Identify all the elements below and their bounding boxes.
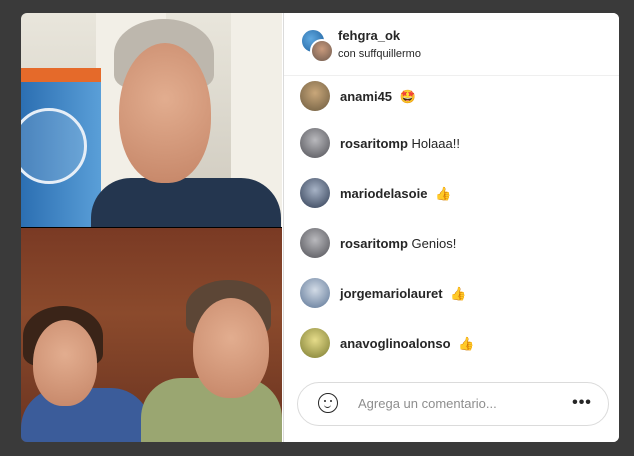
live-video-pane[interactable] [21, 13, 282, 442]
commenter-username[interactable]: jorgemariolauret [340, 286, 443, 301]
backdrop-banner [21, 68, 101, 227]
emoji-picker-icon[interactable] [318, 393, 338, 413]
commenter-avatar[interactable] [300, 328, 330, 358]
commenter-avatar[interactable] [300, 128, 330, 158]
with-guest-line: con suffquillermo [338, 48, 421, 60]
host-video-feed [21, 13, 282, 227]
host-shirt [91, 178, 281, 227]
commenter-avatar[interactable] [300, 81, 330, 111]
more-options-icon[interactable]: ••• [572, 395, 592, 411]
comment-composer: ••• [297, 382, 609, 426]
comment-item: rosaritomp Genios! [300, 228, 610, 260]
commenter-username[interactable]: anavoglinoalonso [340, 336, 451, 351]
thumbs-up-emoji-icon: 👍 [450, 286, 467, 301]
comment-item: rosaritomp Holaaa!! [300, 128, 610, 160]
commenter-avatar[interactable] [300, 178, 330, 208]
guest-video-feed [21, 228, 282, 442]
thumbs-up-emoji-icon: 👍 [435, 186, 452, 201]
guest1-face [33, 320, 97, 406]
commenter-avatar[interactable] [300, 228, 330, 258]
live-chat-pane: fehgra_ok con suffquillermo anami45 🤩 ro… [283, 13, 619, 442]
comment-item: mariodelasoie 👍 [300, 178, 610, 210]
thumbs-up-emoji-icon: 👍 [458, 336, 475, 351]
commenter-avatar[interactable] [300, 278, 330, 308]
commenter-username[interactable]: rosaritomp [340, 136, 408, 151]
guest-avatar[interactable] [310, 39, 334, 63]
commenter-username[interactable]: anami45 [340, 89, 392, 104]
comment-item: jorgemariolauret 👍 [300, 278, 610, 310]
comment-input[interactable] [358, 394, 558, 412]
live-video-modal: fehgra_ok con suffquillermo anami45 🤩 ro… [21, 13, 619, 442]
commenter-username[interactable]: rosaritomp [340, 236, 408, 251]
host-face [119, 43, 211, 183]
guest2-face [193, 298, 269, 398]
star-struck-emoji-icon: 🤩 [399, 89, 416, 104]
banner-globe-logo [21, 108, 87, 184]
comment-item: anavoglinoalonso 👍 [300, 328, 610, 360]
banner-strip [21, 68, 101, 82]
comment-text: Genios! [411, 236, 457, 251]
commenter-username[interactable]: mariodelasoie [340, 186, 427, 201]
comment-list: anami45 🤩 rosaritomp Holaaa!! mariodelas… [284, 75, 619, 365]
chat-header: fehgra_ok con suffquillermo [284, 13, 619, 76]
comment-text: Holaaa!! [411, 136, 460, 151]
comment-item: anami45 🤩 [300, 81, 610, 113]
host-username[interactable]: fehgra_ok [338, 28, 400, 43]
